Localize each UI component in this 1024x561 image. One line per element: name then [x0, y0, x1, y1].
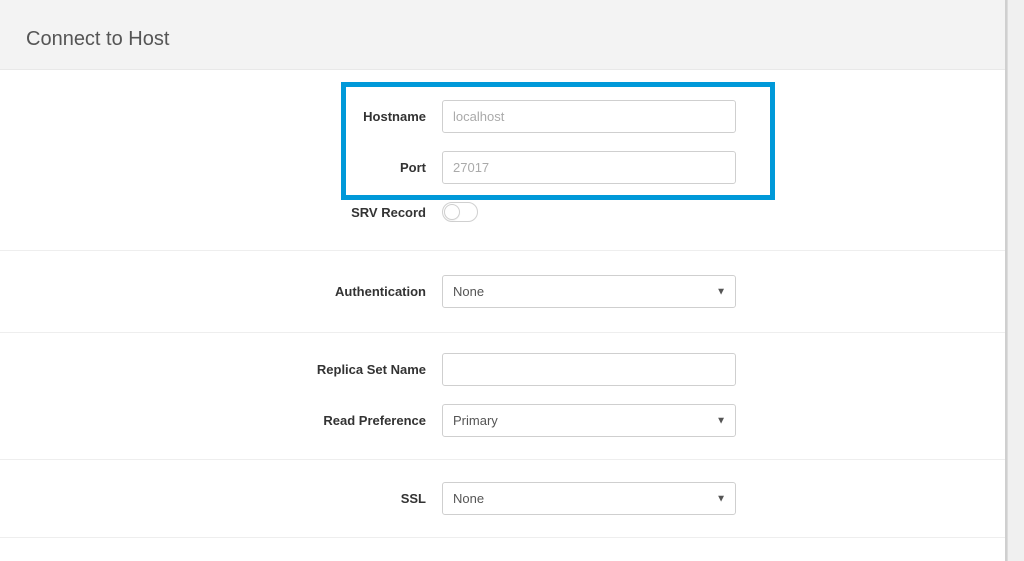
port-label: Port [0, 160, 442, 175]
hostname-label: Hostname [0, 109, 442, 124]
row-authentication: Authentication None ▼ [0, 275, 1024, 308]
row-read-preference: Read Preference Primary ▼ [0, 404, 1024, 437]
row-replica-set: Replica Set Name [0, 353, 1024, 386]
toggle-knob-icon [444, 204, 460, 220]
ssl-select[interactable]: None [442, 482, 736, 515]
replica-set-label: Replica Set Name [0, 362, 442, 377]
port-input[interactable] [442, 151, 736, 184]
read-preference-label: Read Preference [0, 413, 442, 428]
ssl-label: SSL [0, 491, 442, 506]
header: Connect to Host [0, 0, 1024, 70]
page-title: Connect to Host [26, 28, 998, 51]
row-srv: SRV Record [0, 202, 1024, 222]
form-area: Hostname Port SRV Record Authentication [0, 70, 1024, 538]
srv-label: SRV Record [0, 205, 442, 220]
section-authentication: Authentication None ▼ [0, 251, 1024, 333]
row-port: Port [0, 151, 1024, 184]
authentication-label: Authentication [0, 284, 442, 299]
replica-set-input[interactable] [442, 353, 736, 386]
authentication-select[interactable]: None [442, 275, 736, 308]
srv-toggle[interactable] [442, 202, 478, 222]
read-preference-select[interactable]: Primary [442, 404, 736, 437]
row-hostname: Hostname [0, 100, 1024, 133]
section-ssl: SSL None ▼ [0, 460, 1024, 538]
hostname-input[interactable] [442, 100, 736, 133]
section-replica: Replica Set Name Read Preference Primary… [0, 333, 1024, 460]
row-ssl: SSL None ▼ [0, 482, 1024, 515]
section-host: Hostname Port SRV Record [0, 70, 1024, 251]
